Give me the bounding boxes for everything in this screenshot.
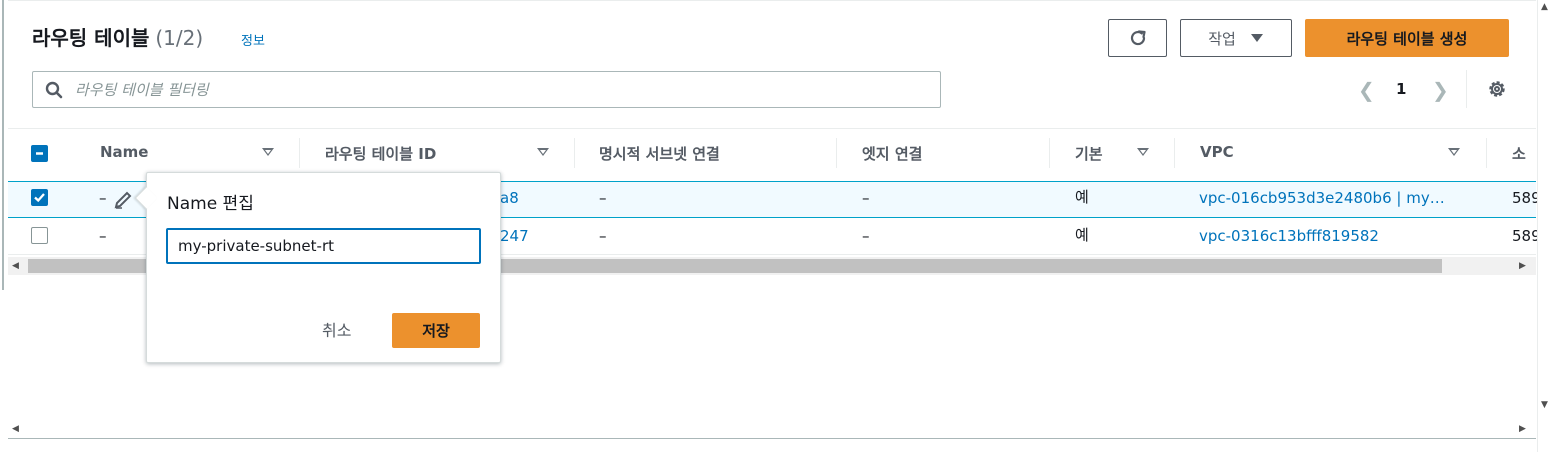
row-explicit-subnet: – (599, 189, 607, 207)
popover-title: Name 편집 (167, 194, 254, 214)
page-left-edge (2, 0, 4, 290)
column-divider[interactable] (1486, 138, 1487, 168)
row-route-table-id[interactable]: 247 (500, 227, 529, 245)
column-divider[interactable] (299, 138, 300, 168)
column-header-name[interactable]: Name (100, 143, 148, 161)
page-title-text: 라우팅 테이블 (32, 26, 150, 50)
sort-icon[interactable] (262, 148, 274, 156)
caret-down-icon (1250, 34, 1263, 42)
row-explicit-subnet: – (599, 227, 607, 245)
row-vpc[interactable]: vpc-0316c13bfff819582 (1199, 227, 1379, 245)
column-divider[interactable] (1174, 138, 1175, 168)
column-divider[interactable] (1049, 138, 1050, 168)
scroll-up-arrow-icon[interactable]: ▲ (1541, 2, 1548, 12)
selection-count: (1/2) (155, 26, 204, 50)
column-header-owner[interactable]: 소 (1512, 143, 1526, 164)
column-header-explicit-subnet[interactable]: 명시적 서브넷 연결 (599, 143, 720, 164)
row-main: 예 (1075, 226, 1089, 244)
chevron-left-icon[interactable]: ❮ (1358, 78, 1375, 102)
name-input[interactable] (166, 228, 481, 264)
column-header-vpc[interactable]: VPC (1200, 143, 1234, 161)
refresh-button[interactable] (1108, 19, 1167, 57)
pencil-icon[interactable] (114, 190, 134, 210)
column-divider[interactable] (574, 138, 575, 168)
scroll-left-arrow-icon[interactable]: ◀ (12, 424, 19, 434)
row-name: – (99, 227, 107, 245)
row-edge: – (862, 227, 870, 245)
current-page-number[interactable]: 1 (1396, 80, 1406, 98)
sort-icon[interactable] (1448, 148, 1460, 156)
column-divider[interactable] (836, 138, 837, 168)
pager-divider (1466, 70, 1467, 108)
row-checkbox[interactable] (31, 189, 48, 206)
create-route-table-button[interactable]: 라우팅 테이블 생성 (1305, 19, 1509, 57)
column-header-main[interactable]: 기본 (1075, 143, 1103, 164)
refresh-icon (1130, 30, 1146, 46)
sort-icon[interactable] (537, 148, 549, 156)
actions-dropdown-button[interactable]: 작업 (1180, 19, 1292, 57)
row-checkbox[interactable] (31, 227, 48, 244)
column-header-edge[interactable]: 엣지 연결 (862, 143, 922, 164)
filter-search-input[interactable] (75, 80, 875, 99)
gear-icon[interactable] (1486, 78, 1508, 100)
cancel-button[interactable]: 취소 (322, 317, 351, 341)
scroll-right-arrow-icon[interactable]: ▶ (1519, 424, 1526, 434)
select-all-checkbox[interactable] (31, 145, 48, 162)
page-title: 라우팅 테이블 (1/2) (32, 22, 203, 51)
bottom-horizontal-scrollbar[interactable] (8, 420, 1536, 438)
scroll-down-arrow-icon[interactable]: ▼ (1541, 400, 1548, 410)
table-header-top-border (8, 128, 1536, 129)
column-header-route-table-id[interactable]: 라우팅 테이블 ID (325, 143, 436, 164)
row-vpc[interactable]: vpc-016cb953d3e2480b6 | my… (1199, 189, 1445, 207)
filter-search-box[interactable] (32, 71, 941, 108)
vertical-scrollbar[interactable] (1537, 0, 1557, 452)
panel-top-border (8, 0, 1536, 1)
scroll-left-arrow-icon[interactable]: ◀ (12, 261, 19, 271)
row-name: – (99, 189, 107, 207)
row-route-table-id[interactable]: a8 (500, 189, 519, 207)
scroll-right-arrow-icon[interactable]: ▶ (1519, 261, 1526, 271)
search-icon (45, 81, 63, 98)
save-button[interactable]: 저장 (392, 313, 480, 348)
sort-icon[interactable] (1137, 148, 1149, 156)
panel-bottom-border (8, 438, 1536, 439)
row-edge: – (862, 189, 870, 207)
actions-label: 작업 (1208, 29, 1236, 48)
chevron-right-icon[interactable]: ❯ (1432, 78, 1449, 102)
info-link[interactable]: 정보 (241, 30, 265, 49)
row-main: 예 (1075, 188, 1089, 206)
